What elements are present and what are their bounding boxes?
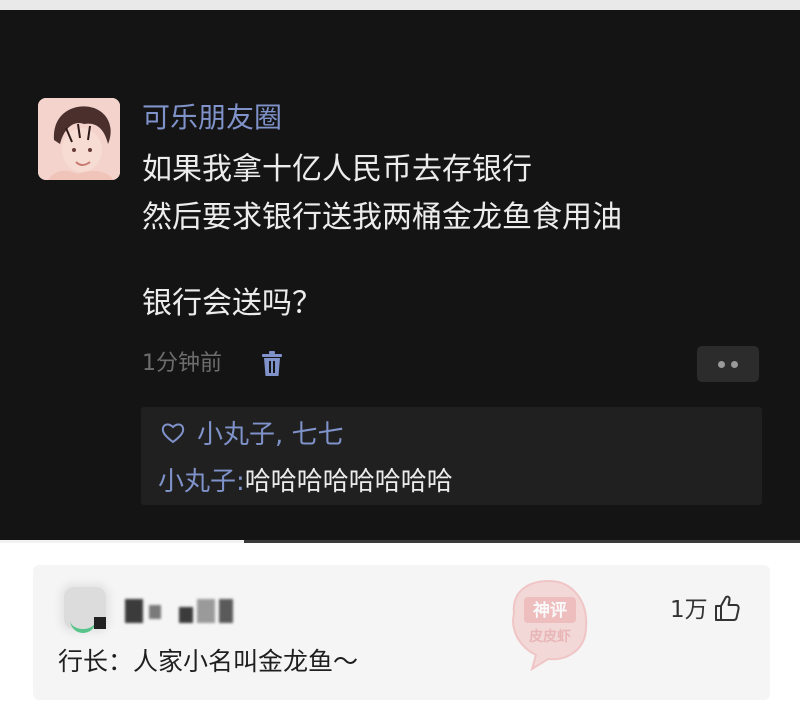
watermark-title: 神评 bbox=[533, 600, 567, 621]
watermark-logo: 神评 皮皮虾 bbox=[512, 579, 588, 672]
avatar-dot bbox=[94, 617, 106, 629]
more-icon-dot bbox=[731, 361, 738, 368]
comment-author[interactable]: 小丸子: bbox=[158, 467, 245, 497]
avatar-arc bbox=[70, 617, 96, 633]
likes-line: 小丸子, 七七 bbox=[161, 417, 344, 453]
progress-bar-track bbox=[244, 540, 800, 543]
post-text-line: 如果我拿十亿人民币去存银行 bbox=[142, 152, 532, 187]
post-timestamp: 1分钟前 bbox=[142, 351, 222, 376]
comment-text: 哈哈哈哈哈哈哈哈 bbox=[244, 467, 453, 497]
blurred-avatar[interactable] bbox=[64, 587, 106, 633]
reply-text: 行长：人家小名叫金龙鱼～ bbox=[58, 647, 359, 676]
heart-icon bbox=[161, 423, 185, 443]
moment-post-card: 可乐朋友圈 如果我拿十亿人民币去存银行 然后要求银行送我两桶金龙鱼食用油 银行会… bbox=[0, 10, 800, 540]
reply-comment-card: 行长：人家小名叫金龙鱼～ 1万 bbox=[33, 565, 770, 700]
watermark-subtitle: 皮皮虾 bbox=[528, 628, 571, 645]
top-strip bbox=[0, 0, 800, 10]
post-text-line: 银行会送吗？ bbox=[142, 286, 322, 321]
thumbs-up-icon[interactable] bbox=[713, 594, 741, 622]
avatar[interactable] bbox=[38, 98, 120, 180]
progress-bar-filled bbox=[0, 540, 244, 543]
post-text-line: 然后要求银行送我两桶金龙鱼食用油 bbox=[142, 200, 622, 235]
likes-comments-box: 小丸子, 七七 小丸子:哈哈哈哈哈哈哈哈 bbox=[141, 407, 762, 505]
trash-icon[interactable] bbox=[260, 351, 284, 377]
likes-names[interactable]: 小丸子, 七七 bbox=[197, 420, 344, 450]
poster-name[interactable]: 可乐朋友圈 bbox=[142, 98, 282, 138]
comment-line[interactable]: 小丸子:哈哈哈哈哈哈哈哈 bbox=[158, 464, 453, 500]
reply-like-count: 1万 bbox=[670, 597, 708, 623]
more-button[interactable] bbox=[697, 346, 759, 382]
more-icon bbox=[718, 361, 725, 368]
